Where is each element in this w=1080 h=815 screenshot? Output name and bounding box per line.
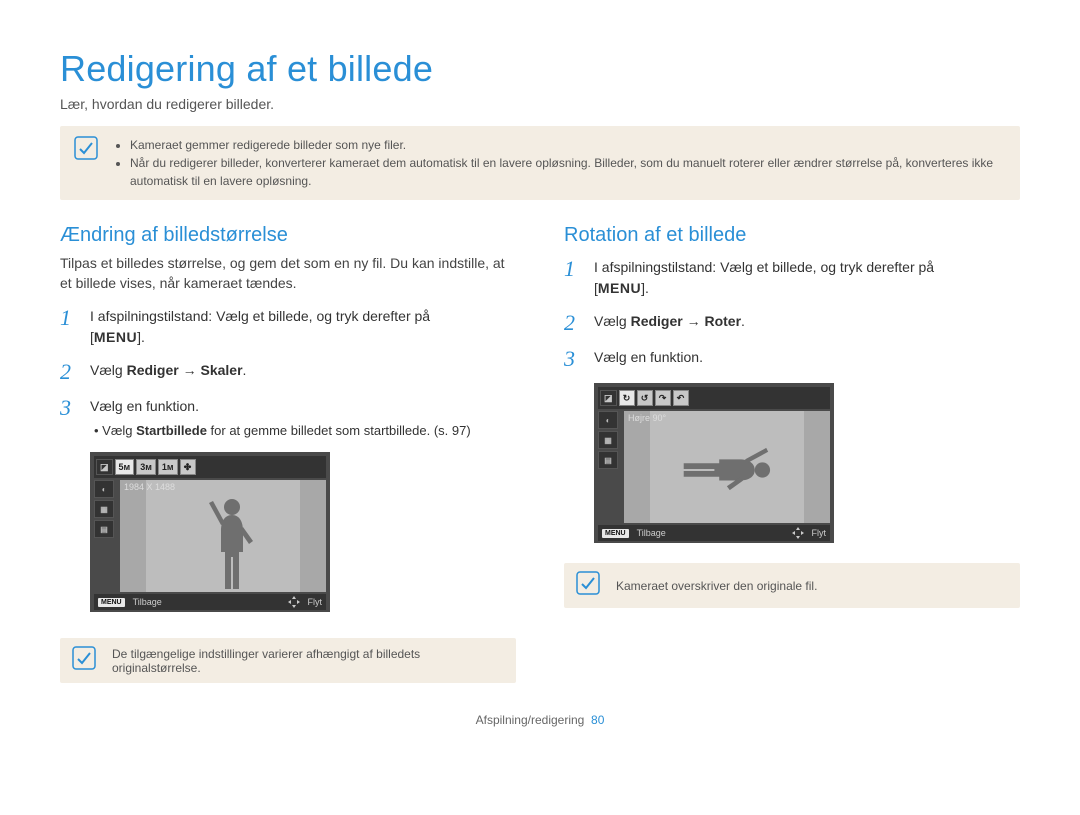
section-heading-resize: Ændring af billedstørrelse [60,224,516,247]
step-number: 3 [564,347,582,371]
note-icon [72,646,100,675]
person-silhouette-icon [207,497,257,592]
dpad-icon [792,527,804,539]
step-2: 2 Vælg Rediger → Skaler. [60,360,516,384]
step-text: I afspilningstilstand: Vælg et billede, … [90,308,430,324]
lcd-canvas: 1984 X 1488 [120,480,326,592]
lcd-menu-badge: MENU [98,598,125,607]
footer-section: Afspilning/redigering [476,713,585,727]
step-body: Vælg Rediger → Roter. [594,311,745,332]
lcd-chip: ✤ [180,459,196,475]
lcd-info-text: Højre 90° [628,413,666,423]
step-text: Vælg en funktion. [90,398,199,414]
page-intro: Lær, hvordan du redigerer billeder. [60,96,1020,112]
lcd-side-icon: ▦ [94,500,114,518]
person-silhouette-rotated-icon [682,446,772,494]
note-box-resize: De tilgængelige indstillinger varierer a… [60,638,516,683]
lcd-footer: MENU Tilbage Flyt [94,594,326,610]
step-body: Vælg en funktion. [594,347,703,368]
step-1: 1 I afspilningstilstand: Vælg et billede… [564,257,1020,299]
lcd-chip: ↻ [619,390,635,406]
right-column: Rotation af et billede 1 I afspilningsti… [564,224,1020,683]
note-bullet: Når du redigerer billeder, konverterer k… [130,154,1006,190]
menu-path-part: Rediger [127,362,179,378]
lcd-chip: 5ᴍ [115,459,135,475]
lcd-topbar: ◪ ↻ ↺ ↷ ↶ [598,387,830,409]
step-1: 1 I afspilningstilstand: Vælg et billede… [60,306,516,348]
lcd-chip: ◪ [96,459,113,475]
step-body: Vælg en funktion. Vælg Startbillede for … [90,396,471,441]
step-number: 2 [564,311,582,335]
menu-button-label: MENU [94,329,137,345]
lcd-screenshot-rotate: ◪ ↻ ↺ ↷ ↶ ◐ ▦ ▤ Højre 90° [594,383,834,543]
note-text: De tilgængelige indstillinger varierer a… [112,647,504,675]
top-note-box: Kameraet gemmer redigerede billeder som … [60,126,1020,200]
menu-button-label: MENU [598,280,641,296]
lcd-side-icon: ▤ [598,451,618,469]
lcd-chip: 1ᴍ [158,459,178,475]
menu-path-part: Roter [704,313,741,329]
step-sub-bullet: Vælg Startbillede for at gemme billedet … [104,421,471,441]
lcd-info-text: 1984 X 1488 [124,482,175,492]
step-text: Vælg [594,313,631,329]
step-text: I afspilningstilstand: Vælg et billede, … [594,259,934,275]
lcd-side-icon: ▦ [598,431,618,449]
page-footer: Afspilning/redigering 80 [60,713,1020,727]
step-body: I afspilningstilstand: Vælg et billede, … [90,306,430,348]
step-number: 2 [60,360,78,384]
lcd-side-icon: ▤ [94,520,114,538]
lcd-leftbar: ◐ ▦ ▤ [598,411,620,469]
lcd-footer-back: Tilbage [133,597,162,607]
step-2: 2 Vælg Rediger → Roter. [564,311,1020,335]
lcd-topbar: ◪ 5ᴍ 3ᴍ 1ᴍ ✤ [94,456,326,478]
lcd-chip: 3ᴍ [136,459,156,475]
section-intro-resize: Tilpas et billedes størrelse, og gem det… [60,253,516,294]
lcd-chip: ↶ [673,390,689,406]
page-title: Redigering af et billede [60,48,1020,90]
step-3: 3 Vælg en funktion. Vælg Startbillede fo… [60,396,516,441]
step-body: I afspilningstilstand: Vælg et billede, … [594,257,934,299]
lcd-side-icon: ◐ [598,411,618,429]
step-3: 3 Vælg en funktion. [564,347,1020,371]
manual-page: Redigering af et billede Lær, hvordan du… [0,0,1080,747]
note-icon [576,571,604,600]
arrow: → [179,362,201,378]
lcd-footer: MENU Tilbage Flyt [598,525,830,541]
step-body: Vælg Rediger → Skaler. [90,360,246,381]
note-icon [74,136,102,190]
step-number: 1 [60,306,78,330]
lcd-canvas: Højre 90° [624,411,830,523]
lcd-footer-move: Flyt [308,597,323,607]
menu-path-part: Skaler [200,362,242,378]
lcd-screenshot-resize: ◪ 5ᴍ 3ᴍ 1ᴍ ✤ ◐ ▦ ▤ 1984 X 1488 [90,452,330,612]
lcd-footer-back: Tilbage [637,528,666,538]
lcd-side-icon: ◐ [94,480,114,498]
left-column: Ændring af billedstørrelse Tilpas et bil… [60,224,516,683]
note-box-rotate: Kameraet overskriver den originale fil. [564,563,1020,608]
note-text: Kameraet overskriver den originale fil. [616,579,817,593]
lcd-chip: ↺ [637,390,653,406]
lcd-menu-badge: MENU [602,529,629,538]
menu-path-part: Rediger [631,313,683,329]
arrow: → [683,313,705,329]
lcd-leftbar: ◐ ▦ ▤ [94,480,116,538]
lcd-chip: ◪ [600,390,617,406]
section-heading-rotate: Rotation af et billede [564,224,1020,247]
lcd-chip: ↷ [655,390,671,406]
dpad-icon [288,596,300,608]
page-number: 80 [591,713,604,727]
step-number: 1 [564,257,582,281]
startbillede-term: Startbillede [136,423,207,438]
note-bullet: Kameraet gemmer redigerede billeder som … [130,136,1006,154]
top-note-list: Kameraet gemmer redigerede billeder som … [116,136,1006,190]
step-number: 3 [60,396,78,420]
step-text: Vælg [90,362,127,378]
lcd-footer-move: Flyt [812,528,827,538]
step-text: Vælg en funktion. [594,349,703,365]
content-columns: Ændring af billedstørrelse Tilpas et bil… [60,224,1020,683]
